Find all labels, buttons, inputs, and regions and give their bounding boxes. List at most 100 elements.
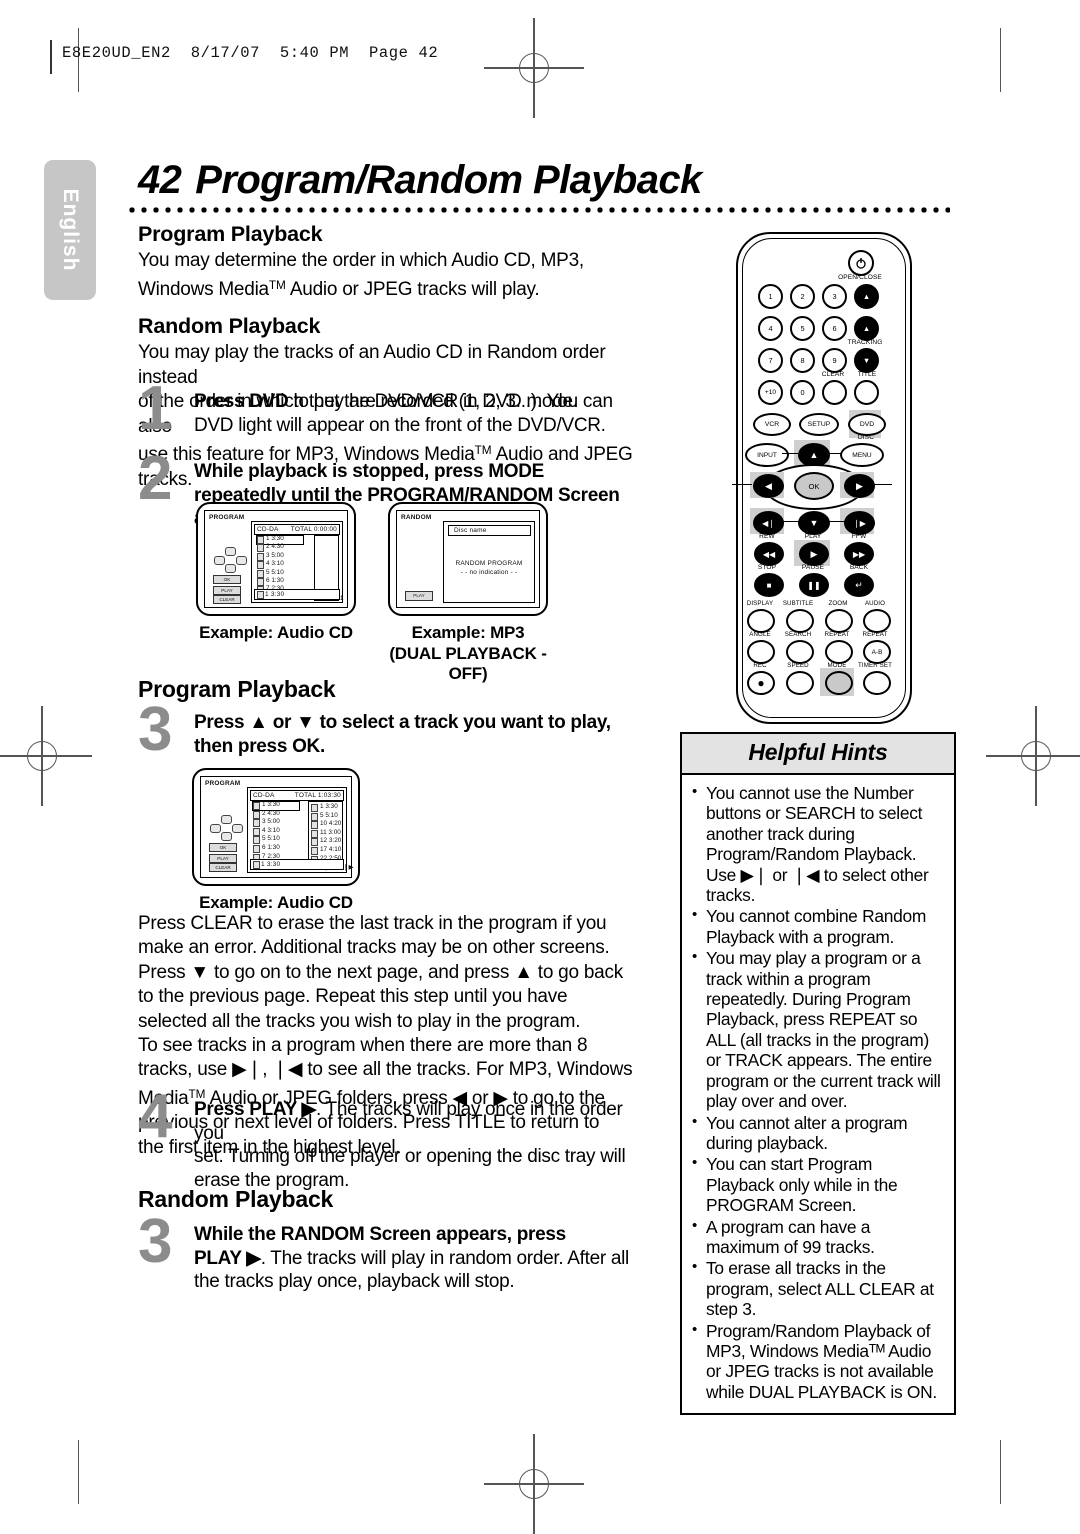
osd-track-row[interactable]: 1 3:30 — [266, 535, 284, 542]
osd-track-row[interactable]: 1 3:30 — [262, 801, 280, 808]
title-button[interactable] — [854, 380, 879, 405]
number-button-6[interactable]: 6 — [822, 316, 847, 341]
zoom-button[interactable] — [825, 609, 853, 633]
number-button-8[interactable]: 8 — [790, 348, 815, 373]
display-button[interactable] — [747, 609, 775, 633]
tracking-down-button[interactable]: ▼ — [854, 348, 879, 373]
osd-track-row[interactable]: 6 1:30 — [262, 844, 280, 851]
ffw-button[interactable]: ▶▶ — [844, 542, 874, 566]
osd-clear-button[interactable]: CLEAR — [213, 595, 241, 604]
step-3-random-text: While the RANDOM Screen appears, press P… — [194, 1223, 650, 1294]
program-intro-text: You may determine the order in which Aud… — [138, 249, 650, 302]
rec-button[interactable]: ● — [747, 671, 775, 695]
ring-left-tail — [732, 484, 752, 486]
crop-line-bottom-right — [1000, 1440, 1002, 1504]
back-button[interactable]: ↵ — [844, 573, 874, 597]
number-button-1[interactable]: 1 — [758, 284, 783, 309]
osd-track-row[interactable]: 12 3:20 — [320, 837, 341, 844]
audio-label: AUDIO — [864, 600, 886, 607]
down-arrow-icon-para: ▼ — [190, 961, 209, 983]
nav-down-button[interactable]: ▼ — [798, 511, 830, 535]
repeat-button[interactable] — [825, 640, 853, 664]
osd-play-button[interactable]: PLAY — [213, 586, 241, 595]
power-button[interactable] — [848, 250, 874, 276]
osd-track-checkbox — [311, 838, 318, 847]
number-button-5[interactable]: 5 — [790, 316, 815, 341]
osd-track-row[interactable]: 3 5:00 — [262, 818, 280, 825]
osd-disc-type-2: CD-DA — [253, 792, 275, 799]
osd-program-1-title: PROGRAM — [209, 514, 245, 521]
osd-track-row[interactable]: 6 1:30 — [266, 577, 284, 584]
step-3r-l3: the tracks play once, playback will stop… — [194, 1271, 515, 1292]
osd-track-row[interactable]: 5 5:10 — [266, 569, 284, 576]
osd-track-row[interactable]: 5 5:10 — [320, 812, 338, 819]
nav-left-button[interactable]: ◀ — [753, 474, 784, 498]
input-button[interactable]: INPUT — [745, 443, 789, 467]
osd-play-button-2[interactable]: PLAY — [209, 854, 237, 863]
subtitle-button[interactable] — [786, 609, 814, 633]
number-button-2[interactable]: 2 — [790, 284, 815, 309]
step-1: 1 Press DVD to put the DVD/VCR in DVD mo… — [138, 378, 650, 446]
vcr-button[interactable]: VCR — [753, 413, 791, 436]
pause-button[interactable]: ❚❚ — [799, 573, 829, 597]
ok-button[interactable]: OK — [794, 472, 834, 500]
osd-bottom-checkbox — [257, 591, 264, 599]
para-l7a: tracks, use — [138, 1059, 233, 1081]
osd-clear-button-2[interactable]: CLEAR — [209, 863, 237, 872]
osd-track-row[interactable]: 4 3:10 — [262, 827, 280, 834]
step-2-l2c: Screen — [552, 484, 620, 506]
osd-program-1-bezel: PROGRAM OK PLAY CLEAR CD-DA TOTAL 0:00:0… — [196, 502, 356, 616]
registration-mark-left — [0, 706, 92, 806]
step-3-l1c: to select a track you want to play, — [314, 712, 611, 733]
osd-track-row[interactable]: 3 5:00 — [266, 552, 284, 559]
nav-right-button[interactable]: ▶ — [844, 474, 875, 498]
number-button-7[interactable]: 7 — [758, 348, 783, 373]
osd-track-row[interactable]: 1 3:30 — [320, 803, 338, 810]
disc-menu-button[interactable]: MENU — [840, 443, 884, 467]
osd-random-play-button[interactable]: PLAY — [405, 591, 433, 601]
osd-track-row[interactable]: 17 4:10 — [320, 846, 341, 853]
osd-track-row[interactable]: 5 5:10 — [262, 835, 280, 842]
up-arrow-icon-para: ▲ — [514, 961, 533, 983]
osd-track-row[interactable]: 2 4:30 — [262, 810, 280, 817]
play-button[interactable]: ▶ — [799, 542, 829, 566]
page-number: 42 — [138, 158, 182, 202]
osd-track-checkbox — [257, 569, 264, 578]
osd-track-row[interactable]: 11 3:00 — [320, 829, 341, 836]
osd-track-row[interactable]: 2 4:30 — [266, 543, 284, 550]
next-track-button[interactable]: ❘▶ — [844, 511, 875, 535]
number-button-3[interactable]: 3 — [822, 284, 847, 309]
number-button-0[interactable]: 0 — [790, 380, 815, 405]
osd-ok-button[interactable]: OK — [213, 575, 241, 584]
osd-ok-button-2[interactable]: OK — [209, 843, 237, 852]
open-close-label: OPEN/CLOSE — [838, 274, 882, 281]
crop-line-bottom-left — [78, 1440, 80, 1504]
clear-button[interactable] — [822, 380, 847, 405]
osd-program-1-header-bar: CD-DA TOTAL 0:00:00 — [254, 524, 340, 535]
mode-button[interactable] — [825, 671, 853, 695]
ffw-label: FFW — [851, 533, 867, 540]
number-button-plus10[interactable]: +10 — [758, 380, 783, 405]
speed-button[interactable] — [786, 671, 814, 695]
stop-button[interactable]: ■ — [754, 573, 784, 597]
menu-connector — [825, 453, 841, 455]
search-button[interactable] — [786, 640, 814, 664]
subtitle-label: SUBTITLE — [782, 600, 814, 607]
title-label: TITLE — [857, 371, 877, 378]
angle-button[interactable] — [747, 640, 775, 664]
osd-track-checkbox — [257, 578, 264, 586]
open-close-button[interactable]: ▲ — [854, 284, 879, 309]
prev-track-button[interactable]: ◀❘ — [753, 511, 784, 535]
tracking-up-button[interactable]: ▲ — [854, 316, 879, 341]
timer-set-button[interactable] — [863, 671, 891, 695]
rew-button[interactable]: ◀◀ — [754, 542, 784, 566]
osd-track-row[interactable]: 4 3:10 — [266, 560, 284, 567]
setup-button[interactable]: SETUP — [799, 413, 839, 436]
program-intro-line2b: Audio or JPEG tracks will play. — [285, 278, 540, 300]
osd-track-row[interactable]: 10 4:20 — [320, 820, 341, 827]
number-button-9[interactable]: 9 — [822, 348, 847, 373]
audio-button[interactable] — [863, 609, 891, 633]
dvd-button[interactable]: DVD — [848, 413, 886, 436]
repeat-ab-button[interactable]: A-B — [863, 640, 891, 664]
number-button-4[interactable]: 4 — [758, 316, 783, 341]
